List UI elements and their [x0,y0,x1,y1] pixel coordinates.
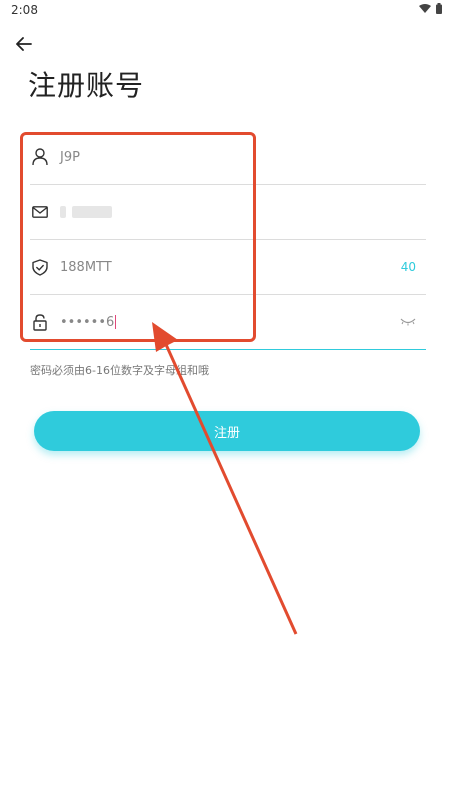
annotation-arrow [152,322,298,635]
